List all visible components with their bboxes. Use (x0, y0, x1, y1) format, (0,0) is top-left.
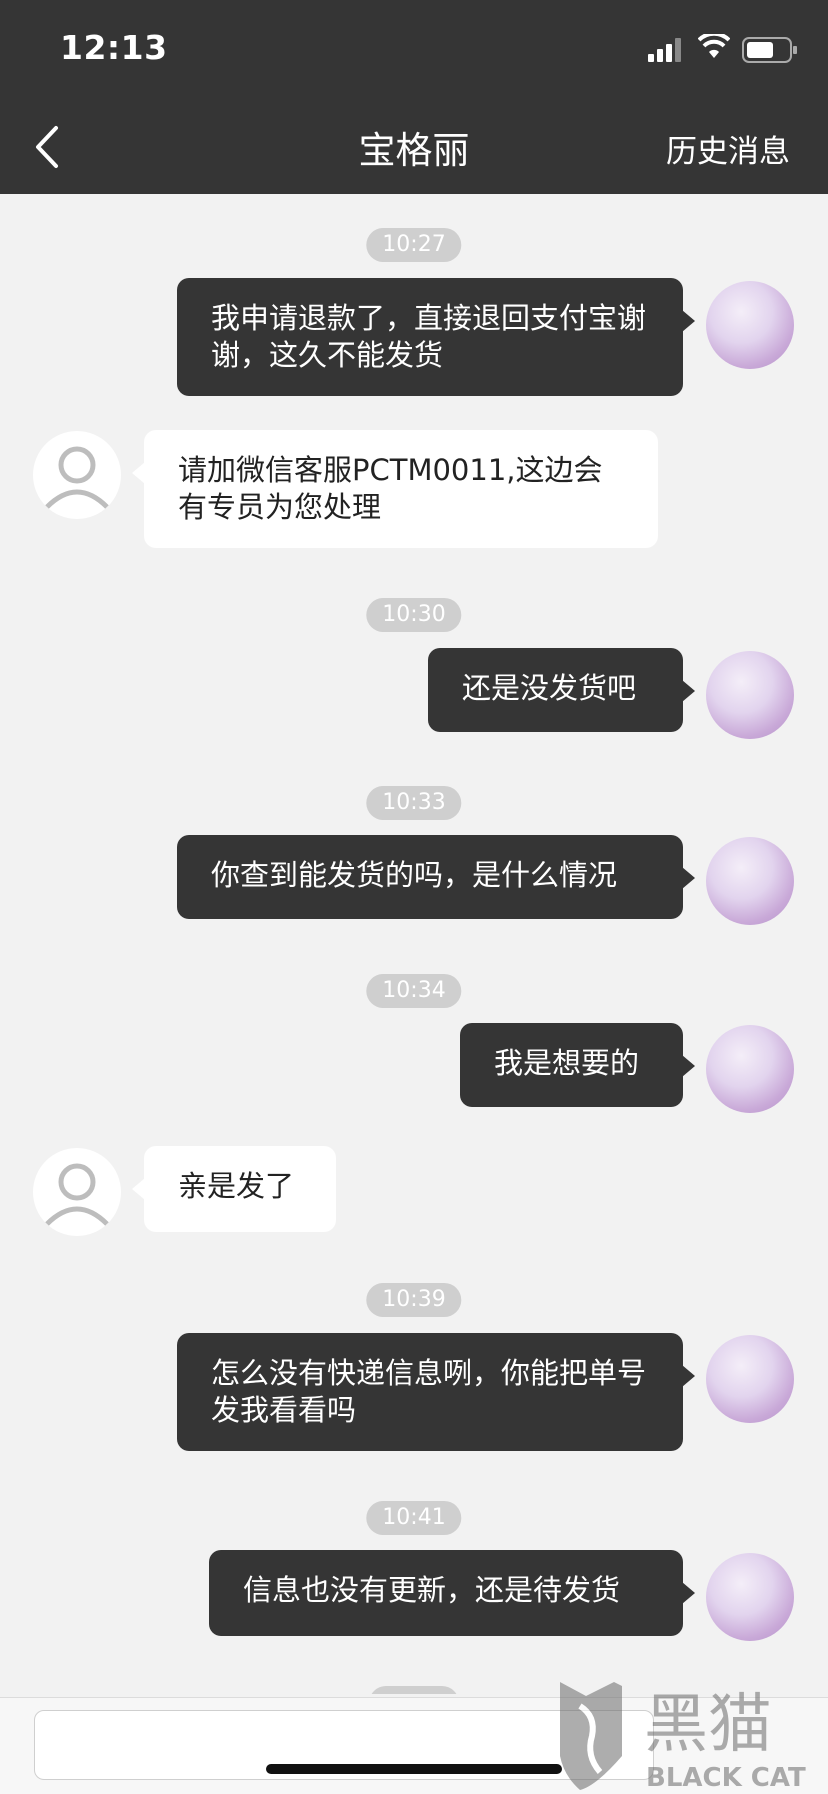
agent-avatar[interactable] (33, 431, 121, 519)
timestamp: 10:41 (366, 1501, 462, 1535)
incoming-message[interactable]: 亲是发了 (132, 1146, 336, 1232)
timestamp: 10:33 (366, 786, 462, 820)
home-indicator (266, 1764, 562, 1774)
user-avatar[interactable] (706, 281, 794, 369)
user-avatar[interactable] (706, 651, 794, 739)
user-avatar[interactable] (706, 1335, 794, 1423)
svg-text:黑猫: 黑猫 (644, 1688, 772, 1762)
person-icon (45, 1163, 109, 1226)
outgoing-message[interactable]: 信息也没有更新，还是待发货 (209, 1550, 695, 1636)
timestamp: 10:27 (366, 228, 462, 262)
agent-avatar[interactable] (33, 1148, 121, 1236)
status-bar: 12:13 (0, 0, 828, 100)
black-cat-watermark: 黑猫 BLACK CAT (560, 1682, 806, 1793)
timestamp: 10:34 (366, 974, 462, 1008)
outgoing-message[interactable]: 我申请退款了，直接退回支付宝谢谢，这久不能发货 (177, 278, 695, 396)
user-avatar[interactable] (706, 1553, 794, 1641)
user-avatar[interactable] (706, 837, 794, 925)
person-icon (45, 446, 109, 509)
wifi-icon (698, 34, 730, 58)
incoming-message[interactable]: 请加微信客服PCTM0011,这边会有专员为您处理 (132, 430, 658, 548)
nav-bar: 宝格丽 历史消息 (0, 100, 828, 194)
battery-icon (742, 37, 797, 63)
outgoing-message[interactable]: 你查到能发货的吗，是什么情况 (177, 835, 695, 919)
timestamp: 10:30 (366, 598, 462, 632)
chat-area[interactable]: 10:27 我申请退款了，直接退回支付宝谢谢，这久不能发货 请加微信客服PCTM… (0, 194, 828, 1694)
history-messages-button[interactable]: 历史消息 (666, 126, 790, 171)
outgoing-message[interactable]: 怎么没有快递信息咧，你能把单号发我看看吗 (177, 1333, 695, 1451)
svg-text:BLACK CAT: BLACK CAT (646, 1763, 806, 1793)
signal-icon (648, 38, 681, 62)
status-time: 12:13 (60, 28, 168, 67)
timestamp: 10:39 (366, 1283, 462, 1317)
user-avatar[interactable] (706, 1025, 794, 1113)
timestamp-partial (369, 1686, 459, 1694)
outgoing-message[interactable]: 我是想要的 (460, 1023, 695, 1107)
outgoing-message[interactable]: 还是没发货吧 (428, 648, 695, 732)
